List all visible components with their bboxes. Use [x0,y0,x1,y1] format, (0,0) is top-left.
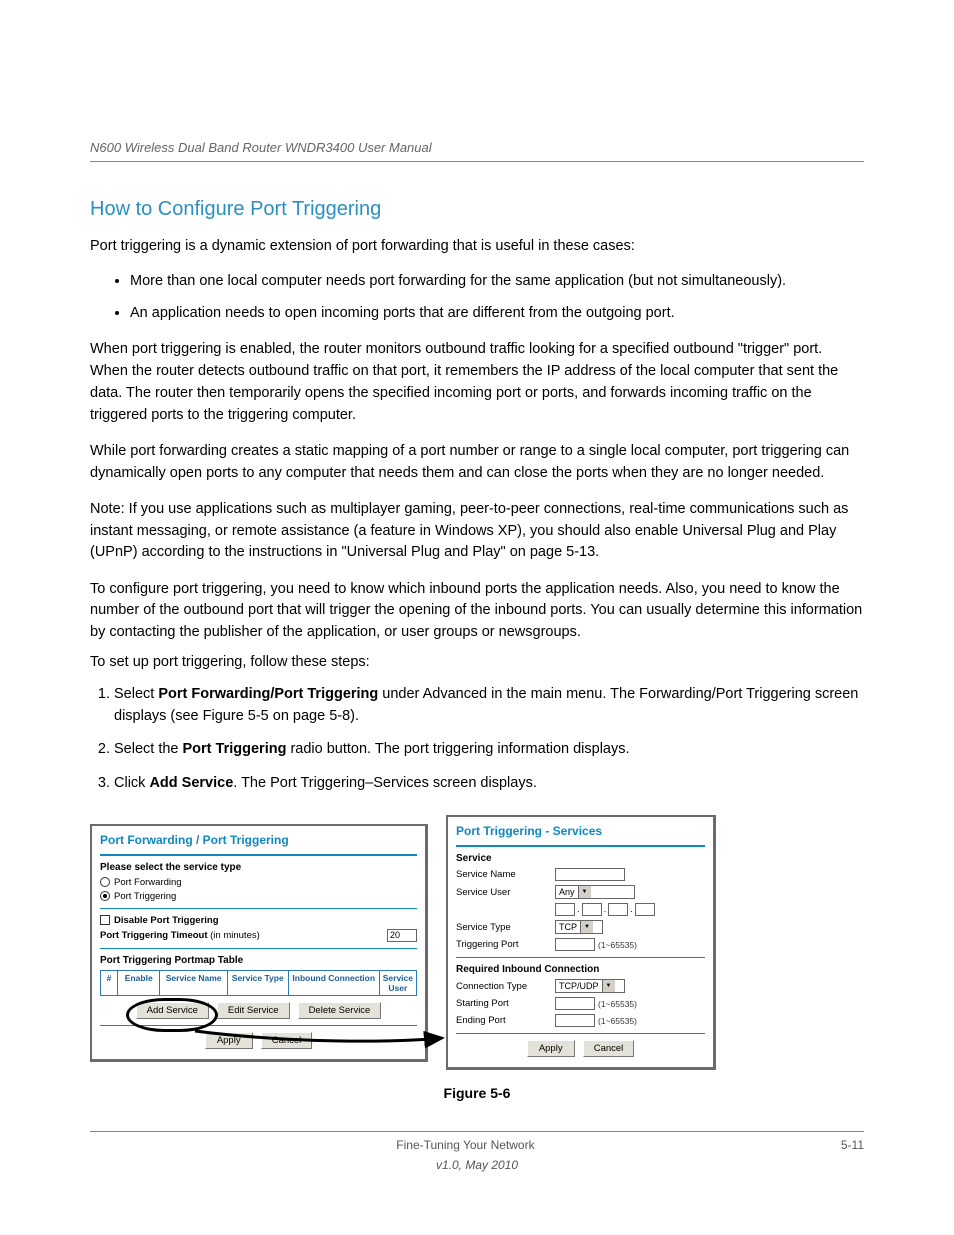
th-inbound: Inbound Connection [289,971,380,995]
follow-steps: To set up port triggering, follow these … [90,654,864,670]
chevron-down-icon: ▼ [580,921,593,933]
portmap-title: Port Triggering Portmap Table [100,955,417,966]
figure-5-6: Port Forwarding / Port Triggering Please… [90,813,864,1073]
intro-p3: While port forwarding creates a static m… [90,441,864,485]
apply-button[interactable]: Apply [527,1040,575,1057]
footer-rev: v1.0, May 2010 [90,1158,864,1172]
step-1: Select Port Forwarding/Port Triggering u… [114,684,864,728]
ending-port-label: Ending Port [456,1015,551,1026]
service-user-label: Service User [456,887,551,898]
intro-p1: Port triggering is a dynamic extension o… [90,236,864,258]
footer-divider [90,1131,864,1132]
intro-p2: When port triggering is enabled, the rou… [90,339,864,426]
service-type-select[interactable]: TCP ▼ [555,920,603,934]
panel-title: Port Triggering - Services [456,821,705,842]
ip-input-group[interactable]: . . . [555,903,705,916]
divider [456,1033,705,1034]
delete-service-button[interactable]: Delete Service [298,1002,382,1019]
step-2: Select the Port Triggering radio button.… [114,739,864,761]
step-3: Click Add Service. The Port Triggering–S… [114,773,864,795]
divider [456,957,705,958]
service-type-label: Service Type [456,922,551,933]
divider [100,948,417,949]
th-hash: # [101,971,118,995]
panel-port-triggering-services: Port Triggering - Services Service Servi… [446,815,716,1070]
disable-pt-label: Disable Port Triggering [114,915,219,926]
starting-port-input[interactable] [555,997,595,1010]
radio-port-triggering[interactable] [100,891,110,901]
header-divider [90,161,864,162]
conn-type-label: Connection Type [456,981,551,992]
service-name-input[interactable] [555,868,625,881]
port-range-hint: (1~65535) [598,940,637,950]
starting-port-label: Starting Port [456,998,551,1009]
footer-page: 5-11 [841,1138,864,1152]
port-range-hint: (1~65535) [598,1016,637,1026]
cancel-button[interactable]: Cancel [261,1032,313,1049]
timeout-input[interactable]: 20 [387,929,417,942]
chevron-down-icon: ▼ [602,980,615,992]
checkbox-disable-pt[interactable] [100,915,110,925]
ip-octet-2[interactable] [582,903,602,916]
th-enable: Enable [118,971,160,995]
doc-title: N600 Wireless Dual Band Router WNDR3400 … [90,140,432,155]
figure-caption: Figure 5-6 [90,1085,864,1101]
port-range-hint: (1~65535) [598,999,637,1009]
divider [456,845,705,847]
radio-label-pf: Port Forwarding [114,877,182,888]
edit-service-button[interactable]: Edit Service [217,1002,290,1019]
apply-button[interactable]: Apply [205,1032,253,1049]
inbound-head: Required Inbound Connection [456,964,705,975]
service-user-select[interactable]: Any ▼ [555,885,635,899]
th-service-user: Service User [380,971,416,995]
conn-type-select[interactable]: TCP/UDP ▼ [555,979,625,993]
th-service-type: Service Type [228,971,289,995]
ip-octet-4[interactable] [635,903,655,916]
intro-bullet: More than one local computer needs port … [130,271,864,293]
cancel-button[interactable]: Cancel [583,1040,635,1057]
ip-octet-3[interactable] [608,903,628,916]
timeout-label: Port Triggering Timeout (in minutes) [100,930,260,941]
footer-chapter: Fine-Tuning Your Network [90,1138,841,1152]
chevron-down-icon: ▼ [578,886,591,898]
section-title: How to Configure Port Triggering [90,198,864,221]
add-service-button[interactable]: Add Service [136,1002,209,1019]
divider [100,854,417,856]
divider [100,908,417,909]
service-name-label: Service Name [456,869,551,880]
radio-label-pt: Port Triggering [114,891,176,902]
radio-port-forwarding[interactable] [100,877,110,887]
ip-octet-1[interactable] [555,903,575,916]
service-head: Service [456,853,705,864]
panel-port-forwarding: Port Forwarding / Port Triggering Please… [90,824,428,1062]
panel-title: Port Forwarding / Port Triggering [100,830,417,851]
steps-lead: To configure port triggering, you need t… [90,579,864,644]
intro-bullet: An application needs to open incoming po… [130,303,864,325]
triggering-port-label: Triggering Port [456,939,551,950]
divider [100,1025,417,1026]
triggering-port-input[interactable] [555,938,595,951]
portmap-table-header: # Enable Service Name Service Type Inbou… [100,970,417,996]
th-service-name: Service Name [160,971,228,995]
ending-port-input[interactable] [555,1014,595,1027]
intro-note: Note: If you use applications such as mu… [90,499,864,564]
service-type-label: Please select the service type [100,862,417,873]
